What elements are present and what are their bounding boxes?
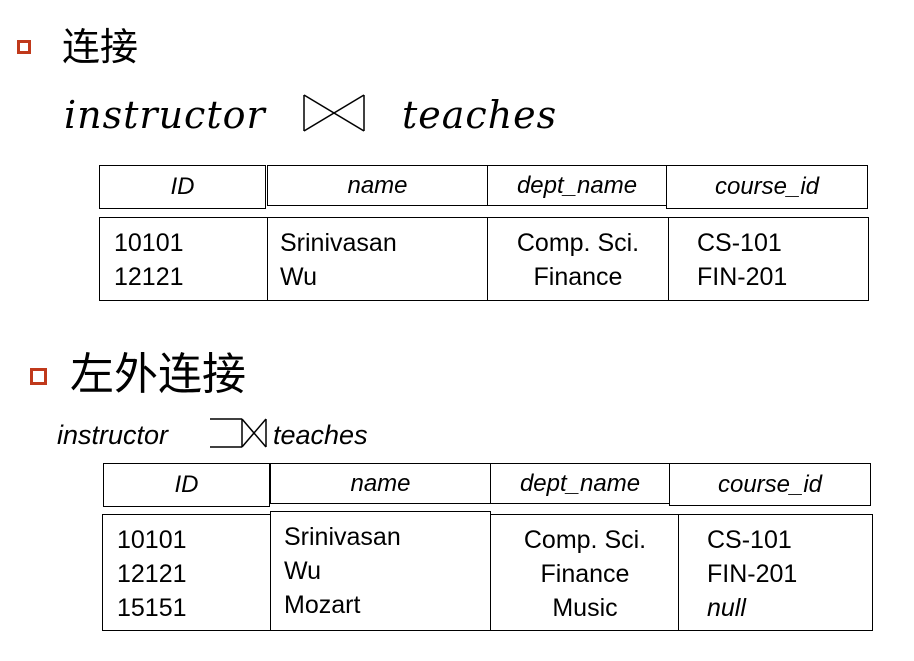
section1-header-id: ID: [99, 165, 266, 209]
section2-column-course-id: CS-101 FIN-201 null: [678, 514, 873, 631]
section1-header-dept-name: dept_name: [487, 165, 667, 206]
table-cell: Finance: [540, 560, 630, 588]
section2-expr-right: teaches: [273, 420, 368, 450]
section1-column-name: Srinivasan Wu: [267, 217, 488, 301]
section1-column-dept-name: Comp. Sci. Finance: [487, 217, 669, 301]
table-cell: Finance: [533, 263, 623, 291]
bullet-icon: [17, 40, 31, 54]
section1-column-id: 10101 12121: [99, 217, 268, 301]
table-cell: Srinivasan: [280, 229, 397, 257]
table-cell: CS-101: [697, 229, 782, 257]
table-cell: CS-101: [707, 526, 792, 554]
table-cell: Music: [552, 594, 618, 622]
table-cell: Mozart: [284, 591, 361, 619]
table-cell: FIN-201: [697, 263, 788, 291]
section1-title: 连接: [62, 25, 139, 69]
natural-join-icon: [303, 94, 365, 132]
section1-header-course-id: course_id: [666, 165, 868, 209]
table-cell: 12121: [117, 560, 187, 588]
section1-expr-left: instructor: [64, 93, 266, 137]
table-cell: 10101: [114, 229, 184, 257]
section2-header-name: name: [270, 463, 491, 504]
table-cell: Comp. Sci.: [516, 229, 640, 257]
table-cell: 15151: [117, 594, 187, 622]
section2-column-id: 10101 12121 15151: [102, 514, 271, 631]
table-cell: Comp. Sci.: [523, 526, 647, 554]
table-cell: Srinivasan: [284, 523, 401, 551]
table-cell: 10101: [117, 526, 187, 554]
section2-column-dept-name: Comp. Sci. Finance Music: [490, 514, 680, 631]
section1-column-course-id: CS-101 FIN-201: [668, 217, 869, 301]
section2-title: 左外连接: [70, 349, 246, 400]
table-cell: null: [707, 594, 746, 622]
table-cell: FIN-201: [707, 560, 798, 588]
section2-header-dept-name: dept_name: [490, 463, 670, 504]
table-cell: Wu: [280, 263, 318, 291]
section2-expr-left: instructor: [57, 420, 169, 450]
section2-column-name: Srinivasan Wu Mozart: [270, 511, 491, 631]
table-cell: 12121: [114, 263, 184, 291]
section1-header-name: name: [267, 165, 488, 206]
section1-expr-right: teaches: [402, 93, 558, 137]
left-outer-join-icon: [210, 418, 267, 448]
table-cell: Wu: [284, 557, 322, 585]
section2-header-id: ID: [103, 463, 270, 507]
bullet-icon: [30, 368, 47, 385]
section2-header-course-id: course_id: [669, 463, 871, 506]
